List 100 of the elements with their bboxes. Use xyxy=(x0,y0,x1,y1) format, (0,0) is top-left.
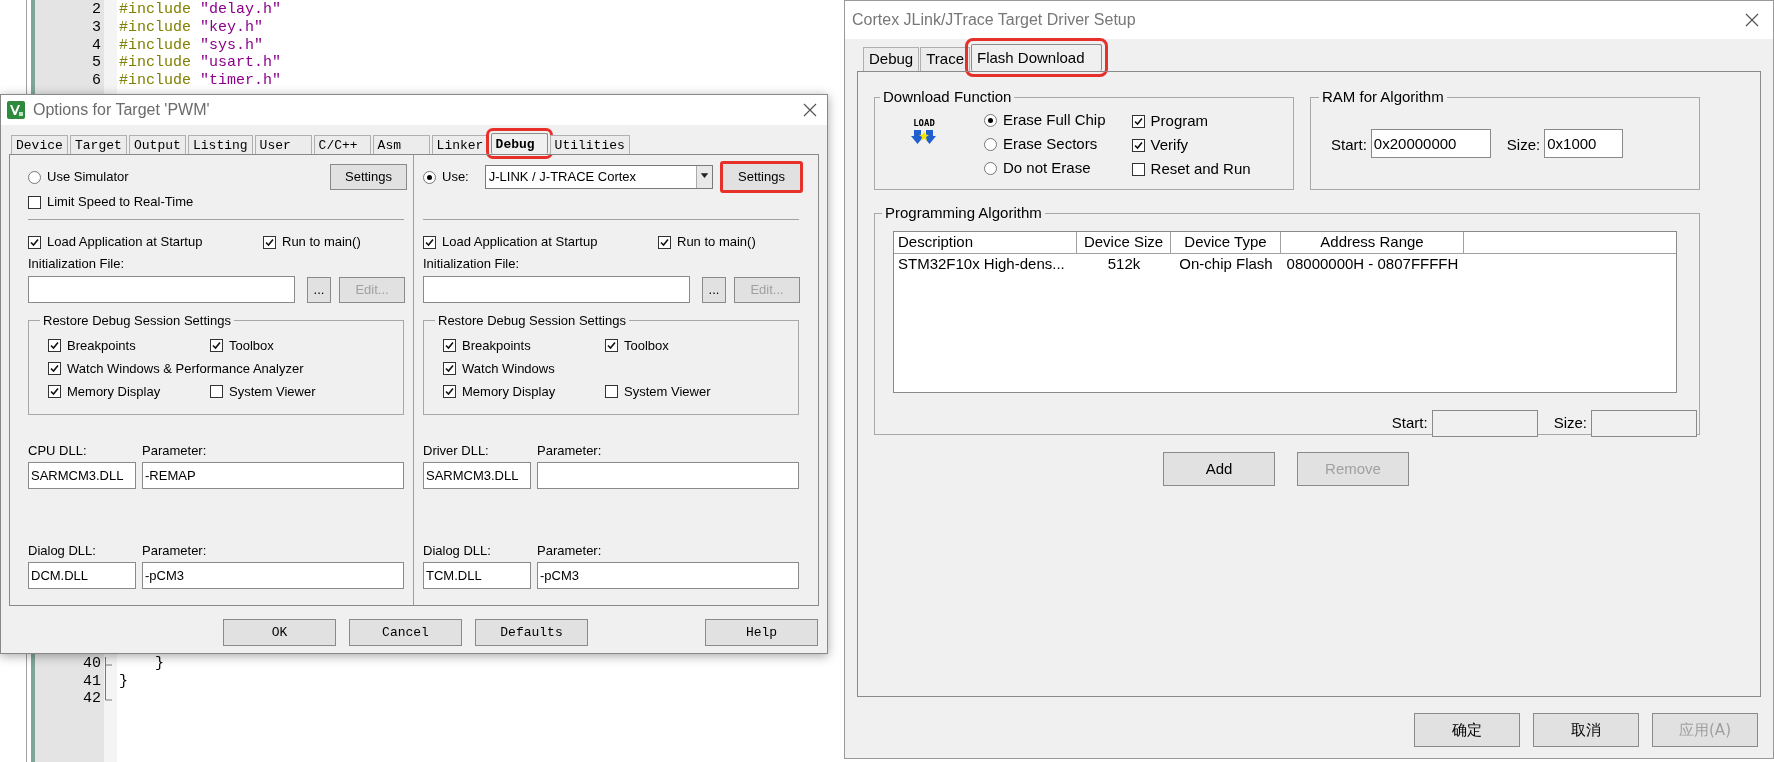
checkbox[interactable] xyxy=(210,338,223,352)
dll-field[interactable]: SARMCM3.DLL xyxy=(423,462,531,489)
line-number: 6 xyxy=(92,72,101,90)
dialog-button[interactable]: 取消 xyxy=(1533,713,1639,747)
checkbox-label: System Viewer xyxy=(624,382,711,401)
checkbox-label: Load Application at Startup xyxy=(442,233,598,252)
radio-button[interactable] xyxy=(423,170,436,184)
size-field[interactable] xyxy=(1591,409,1697,437)
tab[interactable]: Asm xyxy=(372,135,430,154)
group-title: Restore Debug Session Settings xyxy=(437,312,627,330)
tab[interactable]: Target xyxy=(70,135,127,154)
caret-icon xyxy=(695,166,712,188)
tab[interactable]: Listing xyxy=(188,135,253,154)
tab[interactable]: Linker xyxy=(431,135,489,154)
tab[interactable]: Device xyxy=(11,135,68,154)
checkbox-label: Watch Windows & Performance Analyzer xyxy=(67,359,304,378)
checkbox[interactable] xyxy=(1131,162,1145,176)
checkbox-label: System Viewer xyxy=(229,382,316,401)
field-label: Parameter: xyxy=(537,442,603,459)
line-number: 40 xyxy=(83,654,101,673)
window-title: Options for Target 'PWM' xyxy=(33,100,210,120)
dll-field[interactable]: DCM.DLL xyxy=(28,562,136,589)
dialog-button[interactable]: Defaults xyxy=(475,619,588,646)
parameter-field[interactable] xyxy=(537,462,799,489)
checkbox[interactable] xyxy=(443,361,456,375)
checkbox-label: Breakpoints xyxy=(67,336,136,355)
checkbox[interactable] xyxy=(658,235,671,249)
settings-button[interactable]: Settings xyxy=(330,164,407,190)
tab[interactable]: C/C++ xyxy=(313,135,371,154)
checkbox[interactable] xyxy=(48,384,61,398)
checkbox[interactable] xyxy=(48,361,61,375)
string-literal: "timer.h" xyxy=(200,72,282,90)
checkbox[interactable] xyxy=(28,235,41,249)
group-title: Download Function xyxy=(882,87,1013,107)
preprocessor-keyword: #include xyxy=(119,36,191,55)
checkbox[interactable] xyxy=(48,338,61,352)
tab[interactable]: Debug xyxy=(863,47,920,71)
dll-field[interactable]: TCM.DLL xyxy=(423,562,531,589)
group-title: Restore Debug Session Settings xyxy=(42,312,232,330)
checkbox-label: Toolbox xyxy=(229,336,274,355)
checkbox[interactable] xyxy=(423,235,436,249)
line-number: 41 xyxy=(83,672,101,691)
init-file-field[interactable] xyxy=(423,276,690,303)
field-label: Dialog DLL: xyxy=(28,542,97,559)
dialog-button[interactable]: Add xyxy=(1163,452,1275,486)
parameter-field[interactable]: -pCM3 xyxy=(537,562,799,589)
checkbox-label: Memory Display xyxy=(462,382,556,401)
init-file-field[interactable] xyxy=(28,276,295,303)
tab[interactable]: Trace xyxy=(920,47,970,71)
radio-button[interactable] xyxy=(28,170,41,184)
start-field[interactable] xyxy=(1431,409,1538,437)
table-cell-text: On-chip Flash xyxy=(1178,254,1274,275)
dialog-button[interactable]: 确定 xyxy=(1414,713,1520,747)
settings-button[interactable]: Settings xyxy=(720,161,803,193)
radio-label: Do not Erase xyxy=(1003,157,1091,178)
tab[interactable]: Output xyxy=(129,135,186,154)
checkbox[interactable] xyxy=(1131,114,1145,128)
checkbox[interactable] xyxy=(443,384,456,398)
checkbox-label: Watch Windows xyxy=(462,359,555,378)
dll-field[interactable]: SARMCM3.DLL xyxy=(28,462,136,489)
parameter-field[interactable]: -pCM3 xyxy=(142,562,404,589)
browse-button[interactable]: ... xyxy=(307,276,331,303)
field-label: Initialization File: xyxy=(28,255,126,272)
field-label: Parameter: xyxy=(142,542,208,559)
field-label: Start: xyxy=(1331,134,1367,155)
field-label: Dialog DLL: xyxy=(423,542,492,559)
driver-dropdown[interactable]: J-LINK / J-TRACE Cortex xyxy=(484,165,713,189)
size-field[interactable]: 0x1000 xyxy=(1544,128,1624,158)
start-address-field[interactable]: 0x20000000 xyxy=(1370,128,1491,158)
field-label: CPU DLL: xyxy=(28,442,88,459)
dialog-button[interactable]: OK xyxy=(223,619,336,646)
tab[interactable]: Utilities xyxy=(549,135,630,154)
parameter-field[interactable]: -REMAP xyxy=(142,462,404,489)
checkbox[interactable] xyxy=(263,235,276,249)
radio-label: Erase Sectors xyxy=(1003,133,1098,154)
group-title: RAM for Algorithm xyxy=(1321,87,1445,107)
checkbox[interactable] xyxy=(605,384,618,398)
table-cell-text: 08000000H - 0807FFFFH xyxy=(1285,254,1460,275)
field-label: Driver DLL: xyxy=(423,442,490,459)
checkbox[interactable] xyxy=(605,338,618,352)
field-label: Parameter: xyxy=(537,542,603,559)
checkbox[interactable] xyxy=(443,338,456,352)
checkbox[interactable] xyxy=(1131,138,1145,152)
icon-label: LOAD xyxy=(913,118,935,128)
window-title: Cortex JLink/JTrace Target Driver Setup xyxy=(852,10,1136,30)
dialog-button[interactable]: Cancel xyxy=(349,619,462,646)
radio-button[interactable] xyxy=(984,113,997,127)
radio-label: Use: xyxy=(442,168,469,187)
dialog-button[interactable]: Help xyxy=(705,619,818,646)
app-icon xyxy=(7,101,25,119)
checkbox[interactable] xyxy=(210,384,223,398)
checkbox-label: Breakpoints xyxy=(462,336,531,355)
radio-button[interactable] xyxy=(984,161,997,175)
preprocessor-keyword: #include xyxy=(119,54,191,72)
checkbox[interactable] xyxy=(28,195,41,209)
radio-button[interactable] xyxy=(984,137,997,151)
browse-button[interactable]: ... xyxy=(702,276,726,303)
checkbox-label: Run to main() xyxy=(677,233,756,252)
tab[interactable]: User xyxy=(254,135,312,154)
close-icon xyxy=(803,103,817,117)
